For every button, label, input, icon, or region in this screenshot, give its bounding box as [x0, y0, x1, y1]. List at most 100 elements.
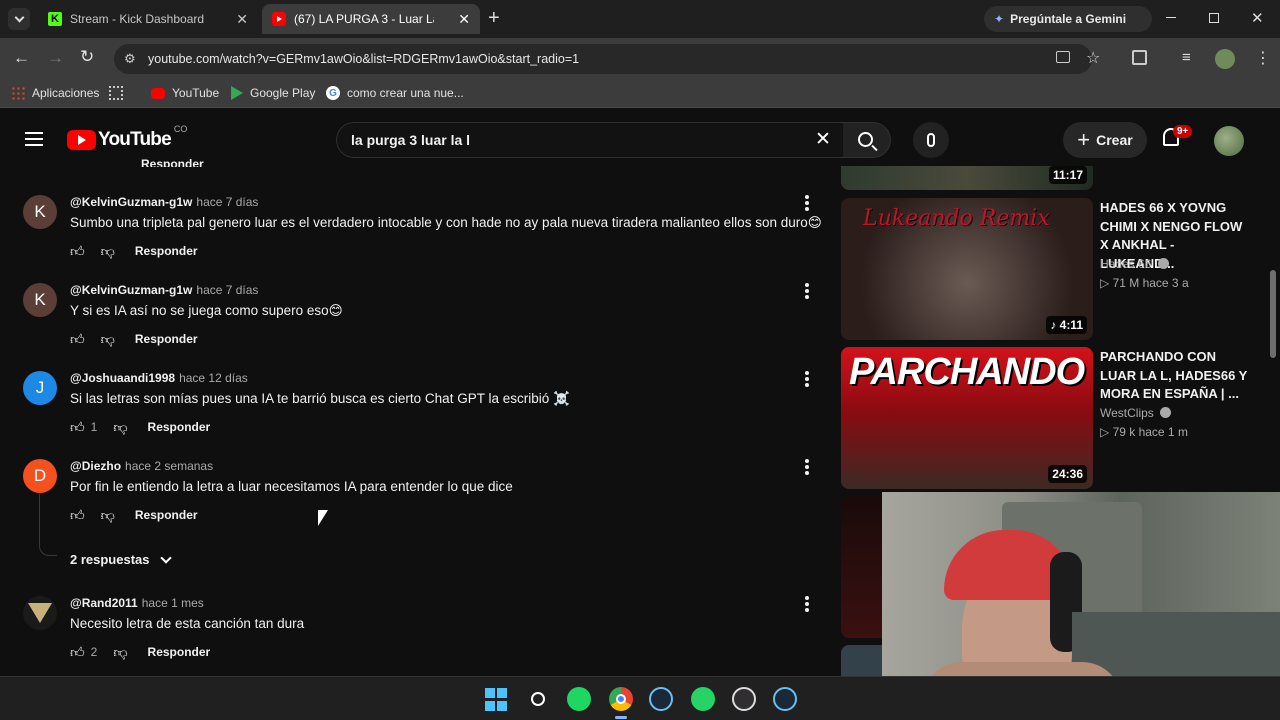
steam-icon[interactable] [649, 687, 673, 711]
search-icon[interactable] [526, 687, 550, 711]
create-button[interactable]: + Crear [1063, 122, 1147, 158]
comment-meta: @KelvinGuzman-g1w hace 7 días [70, 195, 258, 209]
like-count: 1 [90, 420, 98, 434]
dislike-icon[interactable]: 👎︎ [113, 644, 127, 661]
dislike-icon[interactable]: 👎︎ [101, 331, 115, 348]
like-icon[interactable]: 👍︎ [70, 507, 85, 524]
avatar[interactable]: J [23, 371, 57, 405]
google-icon: G [326, 86, 340, 100]
comment-author[interactable]: @KelvinGuzman-g1w [70, 283, 192, 297]
close-icon[interactable]: ✕ [236, 11, 248, 28]
forward-arrow-icon[interactable]: → [47, 48, 64, 68]
address-bar[interactable]: ⚙ youtube.com/watch?v=GERmv1awOio&list=R… [114, 44, 1092, 74]
comment-date[interactable]: hace 1 mes [142, 596, 204, 610]
gemini-star-icon: ✦ [994, 12, 1005, 26]
like-icon[interactable]: 👍︎ [70, 331, 85, 348]
comment-author[interactable]: @Diezho [70, 459, 121, 473]
extensions-icon[interactable] [1132, 50, 1147, 65]
site-info-icon[interactable]: ⚙ [124, 51, 136, 67]
comment-author[interactable]: @Rand2011 [70, 596, 138, 610]
comment-author[interactable]: @KelvinGuzman-g1w [70, 195, 192, 209]
windows-start-icon[interactable] [484, 687, 508, 711]
chrome-tab-strip: K Stream - Kick Dashboard ✕ (67) LA PURG… [0, 0, 1280, 38]
comment-menu-icon[interactable] [805, 371, 809, 387]
reply-button[interactable]: Responder [141, 157, 204, 167]
video-thumbnail-partial[interactable] [841, 496, 882, 638]
bookmark-label: YouTube [172, 86, 220, 100]
bookmark-grid[interactable] [109, 86, 130, 100]
account-avatar[interactable] [1214, 126, 1244, 156]
reply-button[interactable]: Responder [135, 332, 198, 346]
comment-menu-icon[interactable] [805, 596, 809, 612]
bookmark-star-icon[interactable]: ☆ [1086, 48, 1100, 68]
voice-search-button[interactable] [913, 122, 949, 158]
new-tab-button[interactable]: + [488, 7, 500, 30]
reply-button[interactable]: Responder [148, 645, 211, 659]
video-channel[interactable]: Hades 66 [1100, 257, 1169, 271]
comment-author[interactable]: @Joshuaandi1998 [70, 371, 175, 385]
reply-button[interactable]: Responder [148, 420, 211, 434]
video-thumbnail-partial[interactable] [841, 645, 882, 676]
bookmark-apps[interactable]: Aplicaciones [11, 86, 99, 100]
video-thumbnail[interactable]: 11:17 [841, 166, 1093, 190]
comment-date[interactable]: hace 2 semanas [125, 459, 213, 473]
comment-item: D @Diezho hace 2 semanas Por fin le entie… [0, 456, 830, 544]
grid-icon [109, 86, 123, 100]
chrome-icon[interactable] [609, 687, 633, 711]
bookmark-google-play[interactable]: Google Play [231, 86, 315, 100]
whatsapp-icon[interactable] [691, 687, 715, 711]
profile-avatar[interactable] [1215, 49, 1235, 69]
like-icon[interactable]: 👍︎ [70, 419, 85, 436]
comment-menu-icon[interactable] [805, 459, 809, 475]
avatar[interactable]: D [23, 459, 57, 493]
media-controls-icon[interactable]: ≡ [1182, 49, 1191, 66]
clear-search-icon[interactable]: ✕ [815, 128, 831, 151]
comment-date[interactable]: hace 7 días [196, 283, 258, 297]
tab-search-button[interactable] [8, 8, 30, 30]
comment-date[interactable]: hace 12 días [179, 371, 248, 385]
comment-menu-icon[interactable] [805, 283, 809, 299]
page-scrollbar[interactable] [1270, 270, 1276, 358]
back-arrow-icon[interactable]: ← [13, 48, 30, 68]
dislike-icon[interactable]: 👎︎ [101, 243, 115, 260]
search-input[interactable]: la purga 3 luar la l ✕ [336, 122, 844, 158]
spotify-icon[interactable] [567, 687, 591, 711]
reply-button[interactable]: Responder [135, 508, 198, 522]
music-note-icon: ♪ [1050, 318, 1060, 332]
install-app-icon[interactable] [1056, 51, 1070, 63]
reload-icon[interactable]: ↻ [80, 47, 94, 67]
video-title[interactable]: PARCHANDO CON LUAR LA L, HADES66 Y MORA … [1100, 348, 1250, 404]
window-close-button[interactable]: ✕ [1251, 9, 1264, 27]
avatar[interactable]: K [23, 283, 57, 317]
close-icon[interactable]: ✕ [458, 11, 470, 28]
like-icon[interactable]: 👍︎ [70, 243, 85, 260]
dislike-icon[interactable]: 👎︎ [113, 419, 127, 436]
comment-date[interactable]: hace 7 días [196, 195, 258, 209]
reply-button[interactable]: Responder [135, 244, 198, 258]
menu-kebab-icon[interactable]: ⋮ [1255, 48, 1271, 68]
video-channel[interactable]: WestClips [1100, 406, 1172, 420]
like-count: 2 [90, 645, 98, 659]
youtube-logo[interactable]: YouTube CO [67, 124, 187, 151]
gemini-button[interactable]: ✦ Pregúntale a Gemini [984, 6, 1152, 32]
replies-toggle[interactable]: 2 respuestas [70, 551, 172, 567]
notifications-button[interactable]: 9+ [1163, 125, 1193, 146]
tab-kick-dashboard[interactable]: K Stream - Kick Dashboard ✕ [38, 4, 258, 34]
bookmark-google[interactable]: G como crear una nue... [326, 86, 464, 100]
tab-youtube-video[interactable]: (67) LA PURGA 3 - Luar La L ✕ [262, 4, 480, 34]
dislike-icon[interactable]: 👎︎ [101, 507, 115, 524]
hamburger-menu-icon[interactable] [25, 132, 43, 146]
comment-menu-icon[interactable] [805, 195, 809, 211]
url-text: youtube.com/watch?v=GERmv1awOio&list=RDG… [148, 52, 580, 66]
video-thumbnail[interactable]: PARCHANDO 24:36 [841, 347, 1093, 489]
avatar[interactable] [23, 596, 57, 630]
minimize-button[interactable] [1166, 17, 1176, 18]
obs-icon[interactable] [732, 687, 756, 711]
search-button[interactable] [843, 122, 891, 158]
video-thumbnail[interactable]: Lukeando Remix ♪ 4:11 [841, 198, 1093, 340]
bookmark-youtube[interactable]: YouTube [151, 86, 219, 100]
restore-button[interactable] [1209, 13, 1219, 23]
avatar[interactable]: K [23, 195, 57, 229]
steam-icon-2[interactable] [773, 687, 797, 711]
like-icon[interactable]: 👍︎ [70, 644, 85, 661]
